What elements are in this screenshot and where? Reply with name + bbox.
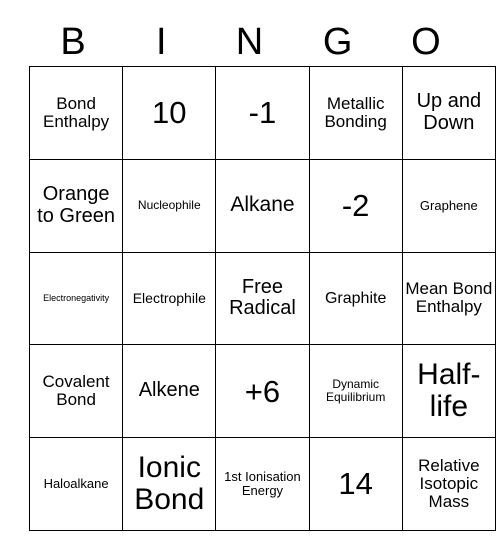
bingo-cell[interactable]: -2	[308, 158, 403, 253]
bingo-cell[interactable]: Dynamic Equilibrium	[308, 344, 403, 439]
bingo-cell-label: Relative Isotopic Mass	[418, 455, 480, 512]
bingo-cell[interactable]: Electronegativity	[28, 251, 124, 346]
bingo-cell-label: Free Radical	[229, 275, 296, 320]
bingo-cell-label: +6	[244, 373, 281, 409]
bingo-cell-label: Electronegativity	[43, 292, 110, 303]
bingo-grid: Bond Enthalpy 10 -1 Metallic Bonding Up …	[28, 66, 496, 531]
bingo-cell[interactable]: Haloalkane	[28, 437, 124, 531]
bingo-card: B I N G O Bond Enthalpy 10 -1 Metallic B…	[0, 0, 500, 544]
bingo-cell[interactable]: 14	[308, 437, 403, 531]
bingo-cell-label: Up and Down	[416, 90, 482, 134]
header-letter-o: O	[411, 21, 441, 63]
bingo-cell[interactable]: -1	[215, 66, 310, 160]
bingo-cell[interactable]: Alkane	[215, 158, 310, 253]
bingo-cell-label: 1st Ionisation Energy	[224, 469, 301, 499]
bingo-cell[interactable]: Orange to Green	[28, 158, 124, 253]
bingo-cell-label: Graphite	[324, 289, 387, 307]
bingo-cell[interactable]: Metallic Bonding	[308, 66, 403, 160]
bingo-cell[interactable]: Graphite	[308, 251, 403, 346]
bingo-cell[interactable]: Covalent Bond	[28, 344, 124, 439]
bingo-cell[interactable]: 10	[122, 66, 217, 160]
bingo-header-row: B I N G O	[29, 18, 470, 66]
bingo-row: Covalent Bond Alkene +6 Dynamic Equilibr…	[28, 344, 496, 439]
bingo-cell-label: Electrophile	[132, 289, 206, 306]
bingo-cell-label: Covalent Bond	[42, 371, 110, 410]
bingo-cell-label: Metallic Bonding	[324, 93, 387, 131]
bingo-cell[interactable]: 1st Ionisation Energy	[215, 437, 310, 531]
header-letter-i: I	[156, 21, 167, 63]
bingo-cell[interactable]: Free Radical	[215, 251, 310, 346]
bingo-cell[interactable]: Bond Enthalpy	[28, 66, 124, 160]
bingo-cell[interactable]: Ionic Bond	[122, 437, 217, 531]
bingo-cell-label: Mean Bond Enthalpy	[405, 279, 493, 317]
bingo-cell-label: -2	[341, 187, 370, 223]
bingo-cell-label: Nucleophile	[137, 198, 201, 213]
bingo-cell-label: Haloalkane	[43, 476, 109, 492]
bingo-cell[interactable]: Up and Down	[401, 66, 496, 160]
bingo-cell-label: 14	[338, 466, 373, 502]
bingo-row: Haloalkane Ionic Bond 1st Ionisation Ene…	[28, 437, 496, 531]
bingo-cell-label: Bond Enthalpy	[43, 93, 110, 131]
header-letter-n: N	[235, 21, 264, 63]
bingo-cell[interactable]: +6	[215, 344, 310, 439]
bingo-cell[interactable]: Graphene	[401, 158, 496, 253]
bingo-row: Electronegativity Electrophile Free Radi…	[28, 251, 496, 346]
bingo-cell-label: Graphene	[419, 197, 478, 213]
bingo-row: Bond Enthalpy 10 -1 Metallic Bonding Up …	[28, 66, 496, 160]
bingo-cell-label: Half-life	[417, 357, 481, 424]
bingo-cell-label: Alkane	[230, 193, 295, 217]
bingo-cell[interactable]: Nucleophile	[122, 158, 217, 253]
header-letter-b: B	[60, 21, 86, 63]
bingo-cell[interactable]: Electrophile	[122, 251, 217, 346]
bingo-cell[interactable]: Mean Bond Enthalpy	[401, 251, 496, 346]
bingo-cell[interactable]: Alkene	[122, 344, 217, 439]
header-letter-g: G	[322, 21, 353, 63]
bingo-cell-label: Dynamic Equilibrium	[325, 377, 386, 405]
bingo-cell-label: Orange to Green	[37, 183, 115, 227]
bingo-cell-label: Alkene	[138, 379, 200, 402]
bingo-row: Orange to Green Nucleophile Alkane -2 Gr…	[28, 158, 496, 253]
bingo-cell[interactable]: Relative Isotopic Mass	[401, 437, 496, 531]
bingo-cell-label: -1	[248, 95, 277, 131]
bingo-cell-label: 10	[152, 95, 187, 131]
bingo-cell[interactable]: Half-life	[401, 344, 496, 439]
bingo-cell-label: Ionic Bond	[134, 450, 205, 517]
